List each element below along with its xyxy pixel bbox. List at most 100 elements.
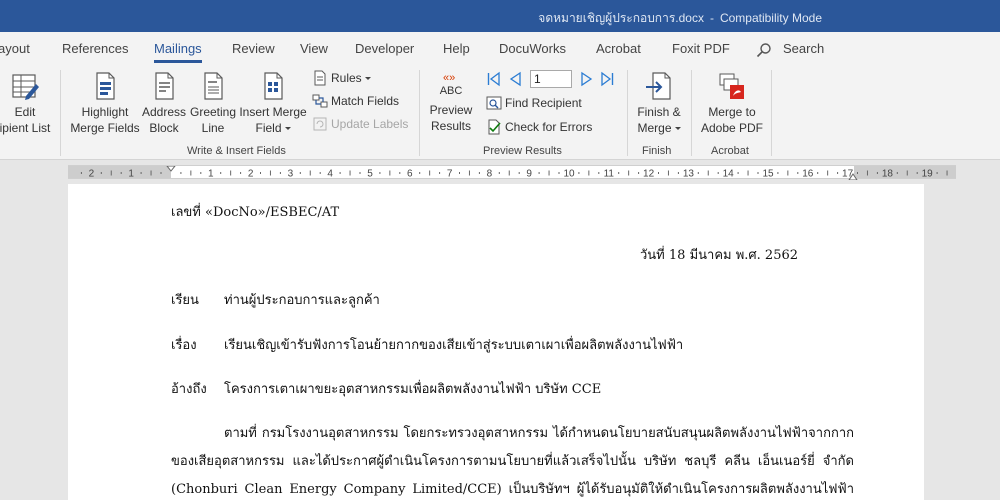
finish-merge-icon xyxy=(646,72,671,100)
finish-merge-line2: Merge xyxy=(637,121,672,135)
ribbon-tabs: ayout References Mailings Review View De… xyxy=(0,32,1000,66)
rules-button[interactable]: Rules xyxy=(312,69,371,87)
last-record-icon[interactable] xyxy=(599,71,615,87)
greeting-line-line1: Greeting xyxy=(189,105,237,119)
search-icon xyxy=(756,43,771,58)
finish-merge-button[interactable]: Finish & Merge xyxy=(633,70,685,136)
group-label-acrobat: Acrobat xyxy=(711,145,749,157)
preview-abc-label: ABC xyxy=(439,85,463,97)
first-record-icon[interactable] xyxy=(486,71,502,87)
group-separator xyxy=(419,70,420,156)
highlight-merge-fields-button[interactable]: Highlight Merge Fields xyxy=(69,70,141,136)
group-separator xyxy=(691,70,692,156)
tab-view[interactable]: View xyxy=(300,41,328,56)
ruler-track: 2 1 1 2 3 4 5 6 7 8 9 10 11 12 13 14 15 16 17 18 19 xyxy=(68,165,956,180)
tab-review[interactable]: Review xyxy=(232,41,275,56)
ruler-number: 14 xyxy=(723,169,735,180)
match-fields-button[interactable]: Match Fields xyxy=(312,92,399,110)
chevron-down-icon xyxy=(364,77,371,81)
ruler-number: 4 xyxy=(327,169,333,180)
find-recipient-label: Find Recipient xyxy=(505,96,582,110)
group-separator xyxy=(60,70,61,156)
ruler-number: 11 xyxy=(604,169,615,180)
preview-results-line2: Results xyxy=(430,119,471,133)
ruler-number: 1 xyxy=(128,169,134,180)
tab-mailings[interactable]: Mailings xyxy=(154,41,202,63)
title-separator: - xyxy=(709,11,714,25)
tab-docuworks[interactable]: DocuWorks xyxy=(499,41,566,56)
tab-help[interactable]: Help xyxy=(443,41,470,56)
preview-results-line1: Preview xyxy=(429,103,473,117)
doc-to-label: เรียน xyxy=(171,293,199,308)
ruler-number: 16 xyxy=(802,169,814,180)
window-title: จดหมายเชิญผู้ประกอบการ.docx - Compatibilit… xyxy=(538,9,822,28)
search-label: Search xyxy=(783,41,825,56)
edit-recipient-list-line1: Edit xyxy=(14,105,36,119)
address-block-button[interactable]: Address Block xyxy=(141,70,187,136)
compatibility-mode-label: Compatibility Mode xyxy=(719,11,822,25)
update-labels-label: Update Labels xyxy=(331,117,409,131)
edit-recipient-list-button[interactable]: Edit ipient List xyxy=(0,70,54,136)
horizontal-ruler[interactable]: 2 1 1 2 3 4 5 6 7 8 9 10 11 12 13 14 15 16 17 18 19 xyxy=(0,161,1000,183)
first-line-indent-marker[interactable] xyxy=(166,166,176,172)
adobe-pdf-icon xyxy=(719,73,744,99)
preview-results-button[interactable]: «» ABC Preview Results xyxy=(426,70,476,134)
greeting-line-button[interactable]: Greeting Line xyxy=(189,70,237,136)
update-labels-button[interactable]: Update Labels xyxy=(312,115,408,133)
doc-reference-label: อ้างถึง xyxy=(171,382,207,397)
doc-date: วันที่ 18 มีนาคม พ.ศ. 2562 xyxy=(640,248,799,263)
document-page[interactable]: เลขที่ «DocNo»/ESBEC/AT วันที่ 18 มีนาคม… xyxy=(68,184,924,500)
group-label-preview-results: Preview Results xyxy=(483,145,562,157)
next-record-icon[interactable] xyxy=(578,71,594,87)
ruler-number: 2 xyxy=(248,169,254,180)
edit-recipient-list-icon xyxy=(12,74,39,100)
doc-body-line-3: (Chonburi Clean Energy Company Limited/C… xyxy=(171,482,854,497)
title-bar: จดหมายเชิญผู้ประกอบการ.docx - Compatibilit… xyxy=(0,0,1000,32)
insert-merge-field-line1: Insert Merge xyxy=(239,105,307,119)
find-recipient-button[interactable]: Find Recipient xyxy=(486,94,582,112)
record-number-input[interactable]: 1 xyxy=(530,70,572,88)
ruler-number: 5 xyxy=(367,169,373,180)
document-name: จดหมายเชิญผู้ประกอบการ.docx xyxy=(538,11,704,25)
check-for-errors-button[interactable]: Check for Errors xyxy=(486,118,592,136)
ruler-number: 3 xyxy=(288,169,294,180)
tab-acrobat[interactable]: Acrobat xyxy=(596,41,641,56)
ruler-number: 9 xyxy=(526,169,532,180)
address-block-line2: Block xyxy=(149,121,179,135)
ruler-number: 19 xyxy=(922,169,934,180)
check-for-errors-label: Check for Errors xyxy=(505,120,593,134)
merge-to-adobe-pdf-button[interactable]: Merge to Adobe PDF xyxy=(698,70,766,136)
address-block-icon xyxy=(155,72,174,100)
rules-label: Rules xyxy=(331,71,362,85)
svg-text:«»: «» xyxy=(443,72,455,84)
ruler-number: 13 xyxy=(683,169,695,180)
merge-to-adobe-pdf-line2: Adobe PDF xyxy=(700,121,764,135)
ruler-number: 18 xyxy=(882,169,894,180)
preview-results-icon: «» xyxy=(443,72,455,84)
doc-body-line-2: ของเสียอุตสาหกรรม และได้ประกาศผู้ดำเนินโ… xyxy=(171,454,854,469)
rules-icon xyxy=(314,70,326,86)
previous-record-icon[interactable] xyxy=(508,71,524,87)
chevron-down-icon xyxy=(674,127,681,131)
doc-subject-label: เรื่อง xyxy=(171,338,197,353)
update-labels-icon xyxy=(313,117,327,131)
tab-developer[interactable]: Developer xyxy=(355,41,414,56)
tab-layout[interactable]: ayout xyxy=(0,41,30,56)
tab-references[interactable]: References xyxy=(62,41,128,56)
address-block-line1: Address xyxy=(141,105,187,119)
highlight-merge-fields-icon xyxy=(96,72,115,100)
edit-recipient-list-line2: ipient List xyxy=(0,121,51,135)
ruler-number: 12 xyxy=(643,169,655,180)
insert-merge-field-icon xyxy=(264,72,283,100)
ruler-scale: 2 1 1 2 3 4 5 6 7 8 9 10 11 12 13 14 15 16 17 18 19 xyxy=(80,166,948,180)
search-box[interactable]: Search xyxy=(756,41,825,58)
finish-merge-line1: Finish & xyxy=(637,105,681,119)
group-separator xyxy=(771,70,772,156)
group-label-write-insert-fields: Write & Insert Fields xyxy=(187,145,286,157)
tab-foxit-pdf[interactable]: Foxit PDF xyxy=(672,41,730,56)
match-fields-label: Match Fields xyxy=(331,94,400,108)
highlight-merge-fields-line2: Merge Fields xyxy=(70,121,140,135)
doc-to-text: ท่านผู้ประกอบการและลูกค้า xyxy=(224,293,380,308)
insert-merge-field-button[interactable]: Insert Merge Field xyxy=(238,70,308,136)
ruler-number: 10 xyxy=(563,169,575,180)
